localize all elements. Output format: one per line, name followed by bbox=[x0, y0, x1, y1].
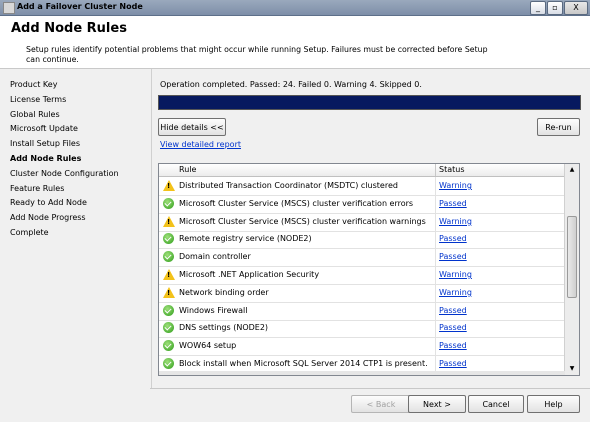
maximize-button[interactable]: ▫ bbox=[547, 1, 563, 15]
cancel-button[interactable]: Cancel bbox=[468, 395, 524, 413]
sidebar-item: Cluster Node Configuration bbox=[10, 168, 119, 178]
sidebar-divider bbox=[151, 69, 152, 389]
rule-name: Microsoft Cluster Service (MSCS) cluster… bbox=[179, 216, 426, 226]
rule-name: Network binding order bbox=[179, 287, 269, 297]
rule-status-link[interactable]: Passed bbox=[439, 252, 467, 261]
title-bar: Add a Failover Cluster Node _ ▫ X bbox=[0, 0, 590, 16]
rule-status-link[interactable]: Passed bbox=[439, 234, 467, 243]
cell-separator bbox=[435, 230, 436, 249]
passed-icon bbox=[163, 251, 174, 263]
table-row[interactable]: Microsoft Cluster Service (MSCS) cluster… bbox=[159, 194, 565, 214]
passed-icon bbox=[163, 322, 174, 334]
rules-table: Rule Status Distributed Transaction Coor… bbox=[158, 163, 580, 376]
wizard-steps: Product Key License Terms Global Rules Micr… bbox=[0, 69, 150, 389]
rule-status-link[interactable]: Passed bbox=[439, 306, 467, 315]
rule-status-link[interactable]: Warning bbox=[439, 217, 472, 226]
cell-separator bbox=[435, 194, 436, 213]
rule-status-link[interactable]: Passed bbox=[439, 341, 467, 350]
close-button[interactable]: X bbox=[564, 1, 588, 15]
help-button[interactable]: Help bbox=[527, 395, 580, 413]
back-button[interactable]: < Back bbox=[351, 395, 411, 413]
rule-status-link[interactable]: Passed bbox=[439, 359, 467, 368]
sidebar-item: Product Key bbox=[10, 80, 58, 89]
cell-separator bbox=[435, 212, 436, 231]
page-title: Add Node Rules bbox=[11, 21, 127, 36]
rule-name: Windows Firewall bbox=[179, 305, 248, 315]
sidebar-item: Add Node Progress bbox=[10, 213, 86, 223]
status-column-header[interactable]: Status bbox=[439, 165, 465, 174]
scroll-up-icon[interactable]: ▲ bbox=[565, 164, 579, 176]
table-row[interactable]: Domain controller Passed bbox=[159, 248, 565, 268]
table-row[interactable]: Microsoft .NET Application Security Warni… bbox=[159, 266, 565, 285]
cell-separator bbox=[435, 319, 436, 338]
cell-separator bbox=[435, 248, 436, 267]
rule-name: Remote registry service (NODE2) bbox=[179, 234, 312, 244]
passed-icon bbox=[163, 358, 174, 369]
cell-separator bbox=[435, 337, 436, 356]
rule-status-link[interactable]: Passed bbox=[439, 323, 467, 332]
table-row[interactable]: WOW64 setup Passed bbox=[159, 337, 565, 357]
table-row[interactable]: Distributed Transaction Coordinator (MSD… bbox=[159, 177, 565, 196]
scroll-down-icon[interactable]: ▼ bbox=[565, 363, 579, 375]
rule-name: Domain controller bbox=[179, 252, 251, 262]
scrollbar-thumb[interactable] bbox=[567, 216, 577, 298]
progress-bar bbox=[158, 95, 581, 110]
table-header: Rule Status bbox=[159, 164, 565, 177]
rerun-button[interactable]: Re-run bbox=[537, 118, 580, 136]
sidebar-item: Microsoft Update bbox=[10, 124, 78, 134]
warning-icon bbox=[163, 286, 175, 298]
window-title: Add a Failover Cluster Node bbox=[17, 2, 143, 11]
sidebar-item: Ready to Add Node bbox=[10, 198, 87, 208]
horizontal-scrollbar[interactable] bbox=[159, 371, 565, 375]
table-row[interactable]: Remote registry service (NODE2) Passed bbox=[159, 230, 565, 250]
operation-status: Operation completed. Passed: 24. Failed … bbox=[160, 80, 422, 89]
rule-status-link[interactable]: Warning bbox=[439, 288, 472, 297]
column-separator[interactable] bbox=[435, 164, 436, 176]
app-icon bbox=[3, 2, 15, 14]
rule-name: Microsoft .NET Application Security bbox=[179, 270, 320, 279]
table-row[interactable]: Windows Firewall Passed bbox=[159, 301, 565, 321]
minimize-button[interactable]: _ bbox=[530, 1, 546, 15]
rule-name: Microsoft Cluster Service (MSCS) cluster… bbox=[179, 198, 414, 208]
page-description: Setup rules identify potential problems … bbox=[26, 45, 488, 64]
sidebar-item: Install Setup Files bbox=[10, 139, 81, 149]
sidebar-item: License Terms bbox=[10, 94, 67, 104]
warning-icon bbox=[163, 180, 175, 191]
cell-separator bbox=[435, 283, 436, 302]
rule-name: WOW64 setup bbox=[179, 341, 237, 351]
table-row[interactable]: DNS settings (NODE2) Passed bbox=[159, 319, 565, 339]
sidebar-item: Complete bbox=[10, 228, 49, 237]
view-detailed-report-link[interactable]: View detailed report bbox=[160, 140, 241, 149]
vertical-scrollbar[interactable]: ▲ ▼ bbox=[564, 164, 579, 375]
next-button[interactable]: Next > bbox=[408, 395, 466, 413]
passed-icon bbox=[163, 304, 174, 316]
hide-details-button[interactable]: Hide details << bbox=[158, 118, 226, 136]
warning-icon bbox=[163, 215, 175, 227]
rule-status-link[interactable]: Warning bbox=[439, 181, 472, 190]
rule-name: Block install when Microsoft SQL Server … bbox=[179, 359, 428, 368]
passed-icon bbox=[163, 340, 174, 352]
footer-divider bbox=[150, 388, 590, 389]
sidebar-item: Global Rules bbox=[10, 109, 60, 119]
sidebar-item: Add Node Rules bbox=[10, 154, 82, 163]
cell-separator bbox=[435, 177, 436, 195]
rule-status-link[interactable]: Passed bbox=[439, 199, 467, 208]
table-row[interactable]: Network binding order Warning bbox=[159, 283, 565, 303]
passed-icon bbox=[163, 233, 174, 245]
rule-name: DNS settings (NODE2) bbox=[179, 323, 269, 333]
rule-status-link[interactable]: Warning bbox=[439, 270, 472, 279]
rule-column-header[interactable]: Rule bbox=[179, 165, 196, 174]
warning-icon bbox=[163, 269, 175, 280]
table-row[interactable]: Microsoft Cluster Service (MSCS) cluster… bbox=[159, 212, 565, 232]
sidebar-item: Feature Rules bbox=[10, 183, 65, 193]
page-header: Add Node Rules Setup rules identify pote… bbox=[0, 16, 590, 69]
passed-icon bbox=[163, 197, 174, 209]
cell-separator bbox=[435, 301, 436, 320]
rule-name: Distributed Transaction Coordinator (MSD… bbox=[179, 181, 398, 190]
cell-separator bbox=[435, 266, 436, 284]
